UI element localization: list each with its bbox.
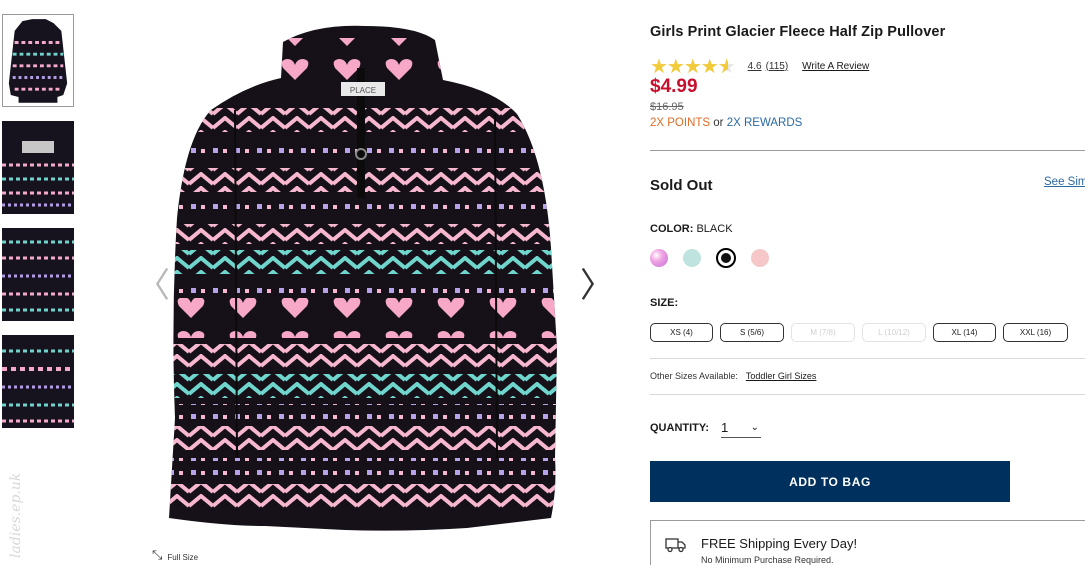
quantity-label: QUANTITY: <box>650 422 710 434</box>
thumbnail-pattern-image <box>2 228 74 321</box>
product-title: Girls Print Glacier Fleece Half Zip Pull… <box>650 24 946 40</box>
see-similar-link[interactable]: See Sim <box>1044 176 1085 188</box>
thumbnail-detail-image <box>2 335 74 428</box>
write-review-link[interactable]: Write A Review <box>802 61 869 72</box>
thumbnail-collar[interactable] <box>2 121 74 214</box>
points-or-text: or <box>710 117 727 129</box>
size-xl-button[interactable]: XL (14) <box>933 323 996 342</box>
availability-status: Sold Out <box>650 177 713 194</box>
thumbnail-collar-image <box>2 121 74 214</box>
rating-row: ★★★★★ ★★★★★ 4.6 (115) Write A Review <box>650 56 1085 76</box>
rewards-line: 2X POINTS or 2X REWARDS <box>650 117 1085 129</box>
chevron-down-icon: ⌄ <box>750 422 759 433</box>
quantity-value: 1 <box>721 420 729 435</box>
selected-color: BLACK <box>696 223 733 235</box>
color-label-key: COLOR: <box>650 223 694 235</box>
swatch-black[interactable] <box>716 248 736 268</box>
size-s-button[interactable]: S (5/6) <box>720 323 784 342</box>
thumbnail-front[interactable] <box>2 14 74 107</box>
next-image-arrow-icon[interactable]: 〉 <box>580 258 614 307</box>
swatch-mint[interactable] <box>683 249 701 267</box>
color-label: COLOR: BLACK <box>650 223 733 235</box>
product-info: Girls Print Glacier Fleece Half Zip Pull… <box>650 24 1085 129</box>
other-sizes: Other Sizes Available: Toddler Girl Sizes <box>650 371 816 381</box>
add-to-bag-button[interactable]: ADD TO BAG <box>650 461 1010 502</box>
review-count-link[interactable]: (115) <box>766 61 789 72</box>
truck-icon <box>665 538 686 553</box>
original-price: $16.95 <box>650 101 684 113</box>
divider <box>650 394 1085 395</box>
rating-value-link[interactable]: 4.6 <box>748 61 762 72</box>
star-rating-icon: ★★★★★ ★★★★★ <box>650 54 736 78</box>
watermark: ladies.ep.uk <box>8 473 24 558</box>
shipping-title: FREE Shipping Every Day! <box>701 536 858 551</box>
shipping-subtitle: No Minimum Purchase Required. <box>701 555 834 565</box>
size-xxl-button[interactable]: XXL (16) <box>1003 323 1068 342</box>
full-size-button[interactable]: ⤡ Full Size <box>152 548 199 563</box>
other-sizes-label: Other Sizes Available: <box>650 371 738 381</box>
thumbnail-front-image <box>3 15 73 106</box>
size-l-button[interactable]: L (10/12) <box>862 323 926 342</box>
sale-price: $4.99 <box>650 76 698 97</box>
divider <box>650 150 1085 151</box>
expand-icon: ⤡ <box>152 548 163 563</box>
thumbnail-list <box>2 14 76 442</box>
thumbnail-pattern[interactable] <box>2 228 74 321</box>
divider <box>650 358 1085 359</box>
color-swatches <box>650 248 769 268</box>
thumbnail-detail[interactable] <box>2 335 74 428</box>
size-options: XS (4) S (5/6) M (7/8) L (10/12) XL (14)… <box>650 323 1068 342</box>
product-main-image: PLACE <box>169 25 557 531</box>
rewards-label: 2X REWARDS <box>726 117 803 129</box>
swatch-pink[interactable] <box>751 249 769 267</box>
brand-tag: PLACE <box>350 86 376 95</box>
size-label: SIZE: <box>650 297 679 309</box>
shipping-banner: FREE Shipping Every Day! No Minimum Purc… <box>650 520 1085 565</box>
toddler-sizes-link[interactable]: Toddler Girl Sizes <box>746 371 817 381</box>
points-label: 2X POINTS <box>650 117 711 129</box>
svg-text:ladies.ep.uk: ladies.ep.uk <box>8 473 24 558</box>
swatch-pink-multi[interactable] <box>650 249 668 267</box>
size-m-button[interactable]: M (7/8) <box>791 323 855 342</box>
full-size-label: Full Size <box>167 553 199 562</box>
quantity-select[interactable]: 1 ⌄ <box>721 418 761 438</box>
size-xs-button[interactable]: XS (4) <box>650 323 713 342</box>
